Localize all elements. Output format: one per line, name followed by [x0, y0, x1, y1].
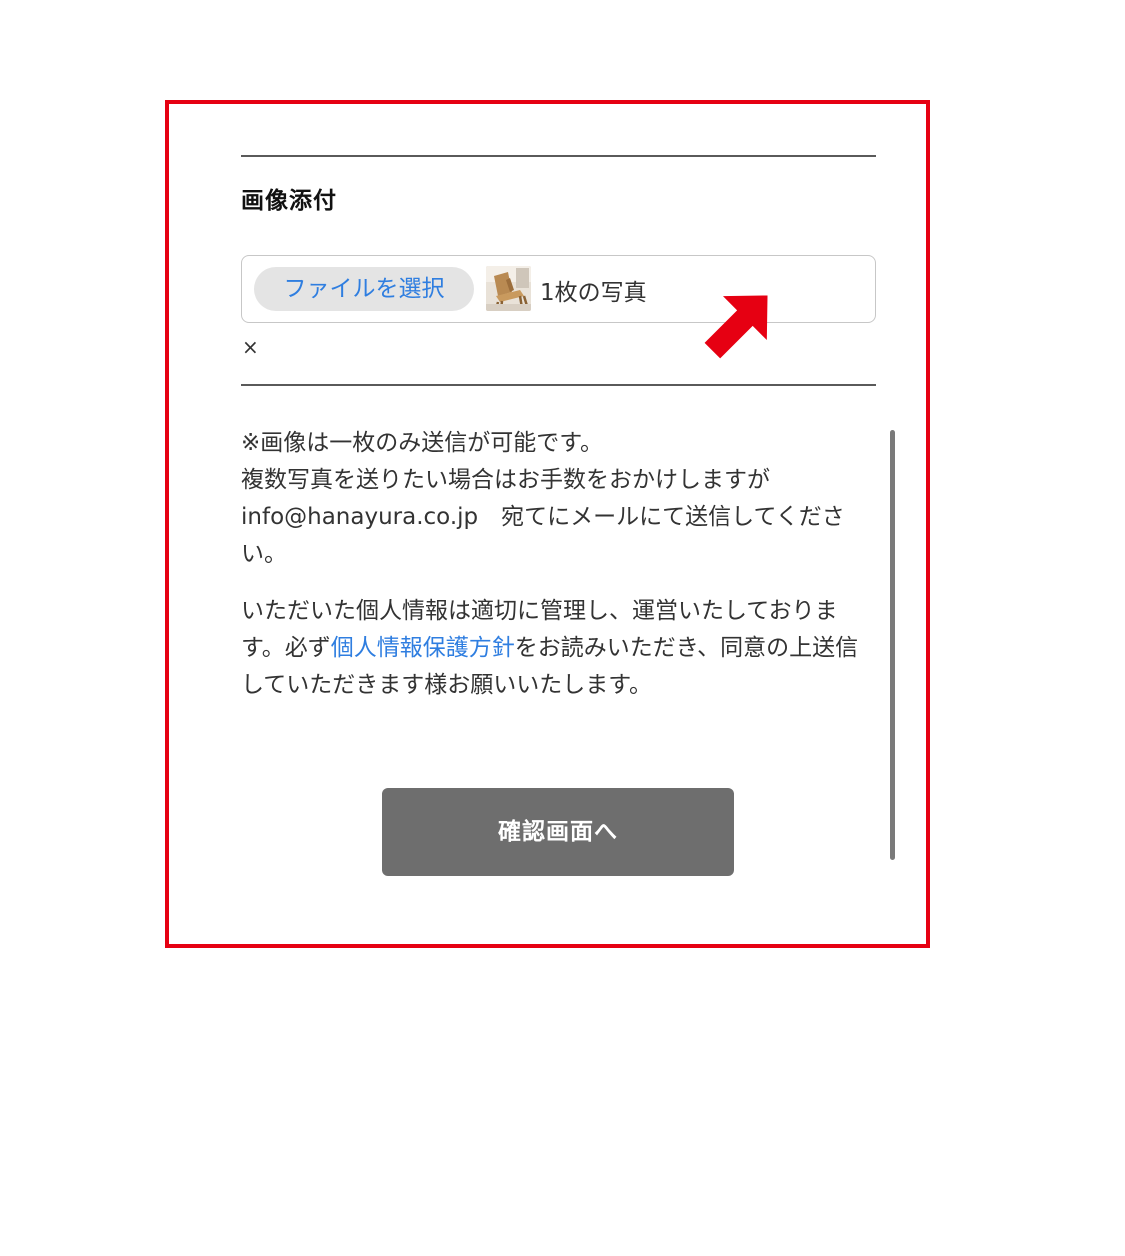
red-arrow-icon — [704, 295, 768, 359]
notes-text: ※画像は一枚のみ送信が可能です。 複数写真を送りたい場合はお手数をおかけしますが… — [241, 425, 866, 724]
clear-file-button[interactable]: × — [242, 335, 259, 359]
privacy-policy-link[interactable]: 個人情報保護方針 — [331, 635, 515, 661]
selected-file-status: 1枚の写真 — [540, 280, 647, 306]
notice-line-1: ※画像は一枚のみ送信が可能です。 — [241, 430, 603, 456]
divider-bottom — [241, 384, 876, 386]
divider-top — [241, 155, 876, 157]
file-input[interactable]: ファイルを選択 1枚の写真 — [241, 255, 876, 323]
privacy-notice: いただいた個人情報は適切に管理し、運営いたしております。必ず個人情報保護方針をお… — [241, 593, 866, 704]
scrollbar[interactable] — [890, 430, 895, 860]
chair-photo-thumbnail — [486, 266, 531, 311]
image-attachment-label: 画像添付 — [241, 188, 337, 214]
image-notice: ※画像は一枚のみ送信が可能です。 複数写真を送りたい場合はお手数をおかけしますが… — [241, 425, 866, 573]
notice-line-2: 複数写真を送りたい場合はお手数をおかけしますが — [241, 467, 770, 493]
notice-line-3: info@hanayura.co.jp 宛てにメールにて送信してください。 — [241, 504, 845, 567]
confirm-button[interactable]: 確認画面へ — [382, 788, 734, 876]
choose-file-button[interactable]: ファイルを選択 — [254, 267, 474, 311]
